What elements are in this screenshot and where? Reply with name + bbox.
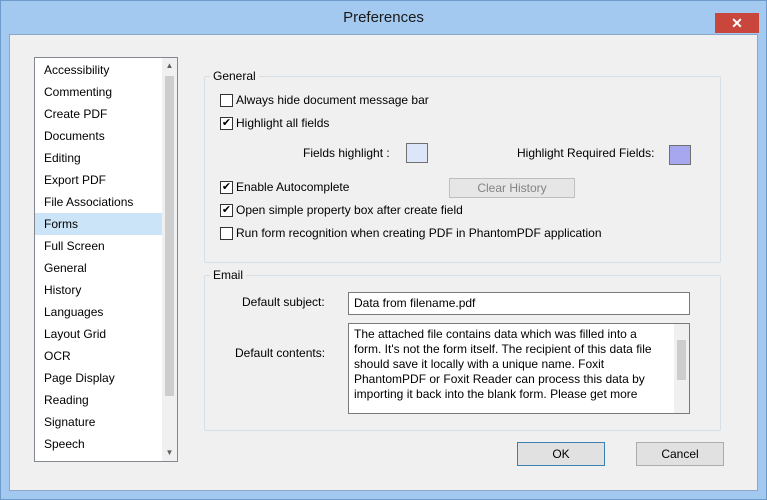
default-contents-field[interactable]: The attached file contains data which wa… — [348, 323, 690, 414]
sidebar-item-reading[interactable]: Reading — [35, 389, 163, 411]
sidebar-item-languages[interactable]: Languages — [35, 301, 163, 323]
window-title: Preferences — [343, 9, 424, 26]
sidebar-item-editing[interactable]: Editing — [35, 147, 163, 169]
enable-autocomplete-checkbox[interactable]: ✔ — [220, 181, 233, 194]
ok-button[interactable]: OK — [517, 442, 605, 466]
sidebar-item-forms[interactable]: Forms — [35, 213, 163, 235]
open-property-box-label: Open simple property box after create fi… — [236, 203, 463, 217]
clear-history-button[interactable]: Clear History — [449, 178, 575, 198]
always-hide-checkbox[interactable] — [220, 94, 233, 107]
contents-line: should save it locally with a unique nam… — [354, 357, 605, 371]
enable-autocomplete-label: Enable Autocomplete — [236, 180, 350, 194]
run-recognition-checkbox[interactable] — [220, 227, 233, 240]
general-legend: General — [213, 69, 256, 83]
cancel-button[interactable]: Cancel — [636, 442, 724, 466]
required-highlight-color[interactable] — [669, 145, 691, 165]
default-subject-label: Default subject: — [242, 295, 325, 309]
scroll-down-icon[interactable]: ▼ — [162, 445, 177, 461]
sidebar-item-accessibility[interactable]: Accessibility — [35, 59, 163, 81]
always-hide-label: Always hide document message bar — [236, 93, 429, 107]
sidebar-item-general[interactable]: General — [35, 257, 163, 279]
sidebar-item-speech[interactable]: Speech — [35, 433, 163, 455]
category-scrollbar[interactable]: ▲ ▼ — [162, 58, 177, 461]
sidebar-item-full-screen[interactable]: Full Screen — [35, 235, 163, 257]
title-bar[interactable]: Preferences ✕ — [1, 1, 766, 34]
contents-line: importing it back into the blank form. P… — [354, 387, 638, 401]
dialog-body: Accessibility Commenting Create PDF Documen… — [9, 34, 758, 491]
contents-scrollbar[interactable] — [674, 324, 689, 413]
default-subject-value: Data from filename.pdf — [354, 296, 476, 310]
required-highlight-label: Highlight Required Fields: — [517, 146, 655, 160]
highlight-all-checkbox[interactable]: ✔ — [220, 117, 233, 130]
contents-line: PhantomPDF or Foxit Reader can process t… — [354, 372, 645, 386]
sidebar-item-history[interactable]: History — [35, 279, 163, 301]
sidebar-item-export-pdf[interactable]: Export PDF — [35, 169, 163, 191]
category-list: Accessibility Commenting Create PDF Documen… — [34, 57, 178, 462]
run-recognition-label: Run form recognition when creating PDF i… — [236, 226, 602, 240]
sidebar-item-layout-grid[interactable]: Layout Grid — [35, 323, 163, 345]
fields-highlight-label: Fields highlight : — [303, 146, 390, 160]
email-legend: Email — [213, 268, 244, 282]
fields-highlight-color[interactable] — [406, 143, 428, 163]
contents-scroll-thumb[interactable] — [677, 340, 686, 380]
sidebar-item-create-pdf[interactable]: Create PDF — [35, 103, 163, 125]
default-subject-field[interactable]: Data from filename.pdf — [348, 292, 690, 315]
preferences-window: Preferences ✕ Accessibility Commenting Cre… — [0, 0, 767, 500]
close-button[interactable]: ✕ — [715, 13, 759, 33]
scroll-up-icon[interactable]: ▲ — [162, 58, 177, 74]
sidebar-item-commenting[interactable]: Commenting — [35, 81, 163, 103]
highlight-all-label: Highlight all fields — [236, 116, 330, 130]
sidebar-item-documents[interactable]: Documents — [35, 125, 163, 147]
sidebar-item-file-associations[interactable]: File Associations — [35, 191, 163, 213]
scroll-thumb[interactable] — [165, 76, 174, 396]
contents-line: form. It's not the form itself. The reci… — [354, 342, 652, 356]
sidebar-item-signature[interactable]: Signature — [35, 411, 163, 433]
contents-line: The attached file contains data which wa… — [354, 327, 637, 341]
open-property-box-checkbox[interactable]: ✔ — [220, 204, 233, 217]
default-contents-label: Default contents: — [235, 346, 326, 360]
sidebar-item-page-display[interactable]: Page Display — [35, 367, 163, 389]
sidebar-item-ocr[interactable]: OCR — [35, 345, 163, 367]
close-icon: ✕ — [731, 15, 743, 31]
